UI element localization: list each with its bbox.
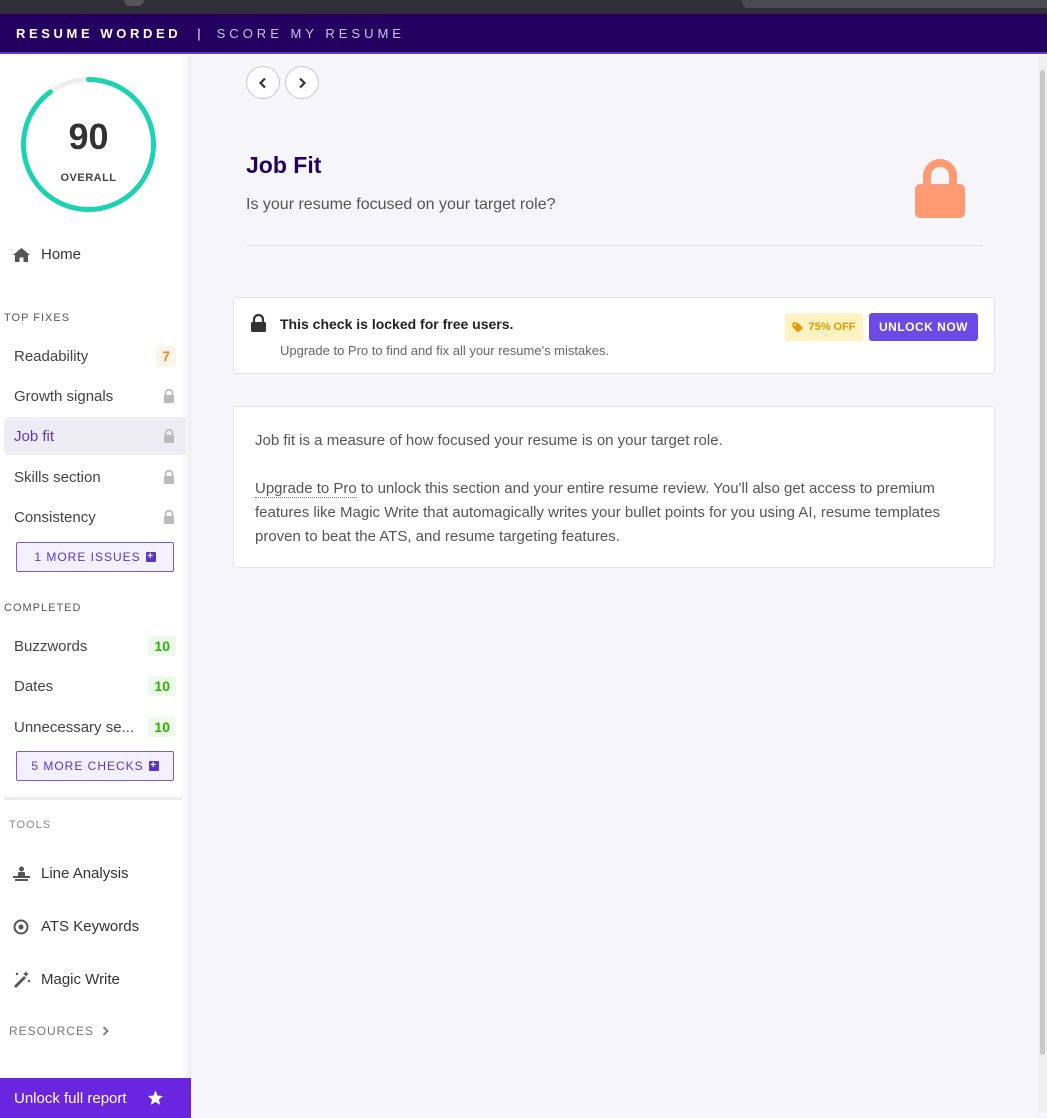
sidebar-item-unnecessary-sections[interactable]: Unnecessary se... 10 bbox=[4, 708, 186, 746]
lock-icon bbox=[915, 159, 965, 218]
more-issues-button[interactable]: 1 MORE ISSUES + bbox=[16, 542, 174, 572]
tool-ats-keywords[interactable]: ATS Keywords bbox=[12, 918, 139, 935]
sidebar-item-label: Home bbox=[41, 246, 82, 263]
sidebar-item-buzzwords[interactable]: Buzzwords 10 bbox=[4, 627, 186, 665]
top-header-bar: RESUME WORDED | SCORE MY RESUME bbox=[0, 14, 1047, 54]
description-paragraph: Job fit is a measure of how focused your… bbox=[255, 432, 723, 449]
tool-line-analysis[interactable]: Line Analysis bbox=[12, 865, 129, 882]
lock-icon bbox=[251, 314, 266, 332]
unlock-full-report-label: Unlock full report bbox=[14, 1089, 127, 1107]
unlock-now-button[interactable]: UNLOCK NOW bbox=[869, 313, 978, 341]
resources-toggle[interactable]: RESOURCES bbox=[9, 1024, 109, 1038]
sidebar-item-label: Readability bbox=[14, 347, 89, 365]
sidebar-item-label: Consistency bbox=[14, 508, 96, 526]
resources-label: RESOURCES bbox=[9, 1024, 95, 1038]
score-badge: 10 bbox=[148, 636, 176, 656]
scrollbar-thumb[interactable] bbox=[1040, 70, 1045, 1055]
completed-heading: COMPLETED bbox=[4, 602, 82, 614]
upgrade-paragraph-text: to unlock this section and your entire r… bbox=[255, 480, 941, 545]
locked-notice-title: This check is locked for free users. bbox=[280, 316, 514, 332]
overall-score-value: 90 bbox=[68, 116, 109, 157]
issue-count-badge: 7 bbox=[156, 346, 176, 366]
lock-icon bbox=[164, 429, 174, 443]
upgrade-paragraph: Upgrade to Pro to unlock this section an… bbox=[255, 477, 973, 549]
plus-icon: + bbox=[148, 760, 159, 771]
sidebar-item-growth-signals[interactable]: Growth signals bbox=[4, 377, 186, 415]
brand-logo-text[interactable]: RESUME WORDED bbox=[16, 26, 181, 41]
next-button[interactable] bbox=[285, 66, 319, 99]
discount-badge: 75% OFF bbox=[785, 313, 863, 341]
lock-icon bbox=[164, 510, 174, 524]
plus-icon: + bbox=[145, 551, 156, 562]
sidebar-item-label: Dates bbox=[14, 677, 54, 695]
locked-check-notice: This check is locked for free users. Upg… bbox=[233, 297, 995, 374]
upgrade-to-pro-link[interactable]: Upgrade to Pro bbox=[255, 480, 357, 498]
product-name: SCORE MY RESUME bbox=[216, 25, 405, 41]
discount-label: 75% OFF bbox=[808, 321, 856, 333]
sidebar-item-label: Skills section bbox=[14, 468, 101, 486]
top-fixes-heading: TOP FIXES bbox=[4, 312, 71, 324]
more-checks-button[interactable]: 5 MORE CHECKS + bbox=[16, 751, 174, 781]
tool-label: Magic Write bbox=[41, 970, 120, 988]
sidebar-item-label: Job fit bbox=[14, 427, 55, 445]
job-fit-description-card: Job fit is a measure of how focused your… bbox=[233, 406, 995, 568]
locked-notice-subtitle: Upgrade to Pro to find and fix all your … bbox=[280, 343, 610, 358]
lock-icon bbox=[164, 389, 174, 403]
star-icon bbox=[147, 1090, 163, 1105]
tool-label: Line Analysis bbox=[41, 865, 129, 882]
home-icon bbox=[13, 247, 30, 262]
lock-icon bbox=[164, 470, 174, 484]
sidebar-item-consistency[interactable]: Consistency bbox=[4, 498, 186, 536]
tag-icon bbox=[792, 322, 804, 332]
more-checks-label: 5 MORE CHECKS bbox=[31, 759, 144, 773]
page-scrollbar[interactable] bbox=[1038, 56, 1047, 1113]
tools-heading: TOOLS bbox=[9, 819, 52, 831]
magic-wand-icon bbox=[14, 971, 31, 988]
tool-label: ATS Keywords bbox=[41, 918, 140, 935]
tool-magic-write[interactable]: Magic Write bbox=[12, 970, 120, 988]
header-separator: | bbox=[197, 25, 201, 41]
browser-chrome-strip bbox=[0, 0, 1047, 14]
page-title: Job Fit bbox=[246, 152, 322, 178]
previous-button[interactable] bbox=[246, 66, 280, 99]
score-badge: 10 bbox=[148, 676, 176, 696]
chevron-left-icon bbox=[258, 77, 266, 88]
sidebar-item-dates[interactable]: Dates 10 bbox=[4, 667, 186, 705]
more-issues-label: 1 MORE ISSUES bbox=[34, 550, 141, 564]
chevron-right-icon bbox=[102, 1026, 109, 1036]
sidebar-item-label: Growth signals bbox=[14, 387, 114, 405]
title-divider bbox=[246, 245, 983, 246]
page-subtitle: Is your resume focused on your target ro… bbox=[246, 196, 556, 213]
overall-score-label: OVERALL bbox=[60, 172, 117, 184]
line-analysis-icon bbox=[13, 866, 30, 881]
score-badge: 10 bbox=[148, 717, 176, 737]
sidebar-item-home[interactable]: Home bbox=[12, 246, 81, 263]
sidebar-divider bbox=[4, 797, 182, 800]
target-icon bbox=[13, 919, 29, 934]
chevron-right-icon bbox=[299, 77, 307, 88]
unlock-full-report-button[interactable]: Unlock full report bbox=[0, 1078, 191, 1118]
sidebar-item-readability[interactable]: Readability 7 bbox=[4, 337, 186, 375]
sidebar-item-label: Buzzwords bbox=[14, 637, 88, 655]
sidebar-item-label: Unnecessary se... bbox=[14, 718, 135, 736]
browser-url-bar-edge bbox=[742, 0, 1047, 8]
sidebar-item-job-fit[interactable]: Job fit bbox=[4, 417, 186, 455]
main-content: Job Fit Is your resume focused on your t… bbox=[191, 56, 1038, 1113]
sidebar: 90 OVERALL Home TOP FIXES Readability 7 … bbox=[0, 56, 191, 1118]
browser-tab-edge bbox=[124, 0, 144, 6]
sidebar-item-skills-section[interactable]: Skills section bbox=[4, 458, 186, 496]
